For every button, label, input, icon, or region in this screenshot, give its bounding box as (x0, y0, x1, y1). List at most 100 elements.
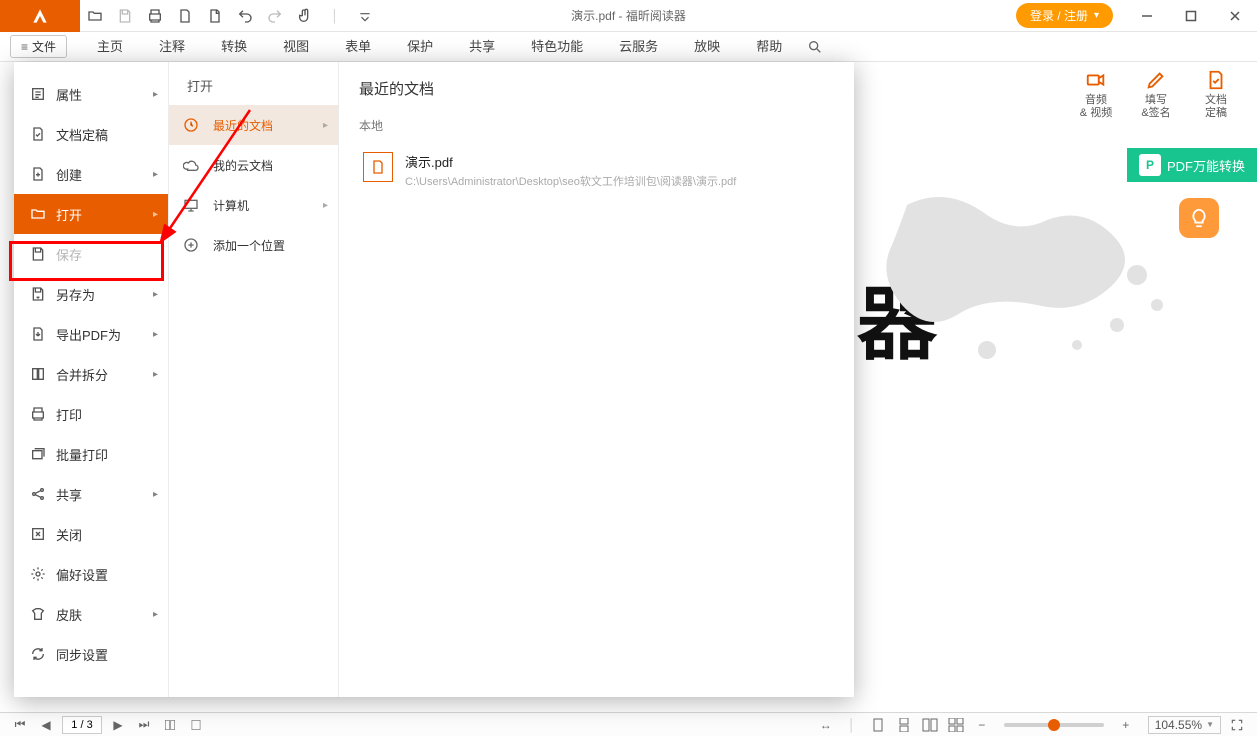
computer-icon (183, 197, 205, 213)
menu-item-label: 同步设置 (56, 645, 108, 664)
file-menu-col1: 属性▸文档定稿创建▸打开▸保存另存为▸导出PDF为▸合并拆分▸打印批量打印共享▸… (14, 62, 169, 697)
last-page-button[interactable]: ⏭ (134, 716, 154, 734)
zoom-out-button[interactable]: − (972, 716, 992, 734)
pdf-convert-label: PDF万能转换 (1167, 156, 1245, 175)
file-menu-merge[interactable]: 合并拆分▸ (14, 354, 168, 394)
redo-icon[interactable] (260, 0, 290, 32)
file-menu-skin[interactable]: 皮肤▸ (14, 594, 168, 634)
file-tab[interactable]: ≡文件 (10, 35, 67, 58)
fill-sign-button[interactable]: 填写&签名 (1133, 66, 1179, 120)
zoom-in-button[interactable]: + (1116, 716, 1136, 734)
tips-button[interactable] (1179, 198, 1219, 238)
ribbon-label: 定稿 (1205, 107, 1227, 119)
tab-protect[interactable]: 保护 (389, 32, 451, 62)
chevron-right-icon: ▸ (153, 369, 158, 380)
ribbon-label: & 视频 (1080, 107, 1112, 119)
tab-form[interactable]: 表单 (327, 32, 389, 62)
ribbon-right-group: 音频& 视频 填写&签名 文档定稿 (1067, 62, 1245, 124)
page-input[interactable] (62, 716, 102, 734)
file-menu-share[interactable]: 共享▸ (14, 474, 168, 514)
status-bar: ⏮ ◀ ▶ ⏭ ↔ │ − + 104.55%▼ (0, 712, 1257, 736)
zoom-value[interactable]: 104.55%▼ (1148, 716, 1221, 734)
menu-item-label: 另存为 (56, 285, 95, 304)
qat-more-icon[interactable] (350, 0, 380, 32)
page-layout-icon[interactable] (160, 716, 180, 734)
hand-icon[interactable] (290, 0, 320, 32)
qat-divider: │ (320, 0, 350, 32)
divider: │ (842, 716, 862, 734)
file-menu-create[interactable]: 创建▸ (14, 154, 168, 194)
tab-help[interactable]: 帮助 (738, 32, 800, 62)
file-menu-properties[interactable]: 属性▸ (14, 74, 168, 114)
audio-video-button[interactable]: 音频& 视频 (1073, 66, 1119, 120)
slider-thumb[interactable] (1048, 719, 1060, 731)
tab-view[interactable]: 视图 (265, 32, 327, 62)
page-icon[interactable] (200, 0, 230, 32)
menu-item-label: 打印 (56, 405, 82, 424)
open-icon[interactable] (80, 0, 110, 32)
file-menu-print[interactable]: 打印 (14, 394, 168, 434)
file-menu-saveas[interactable]: 另存为▸ (14, 274, 168, 314)
file-menu-close[interactable]: 关闭 (14, 514, 168, 554)
fit-width-icon[interactable]: ↔ (816, 716, 836, 734)
next-page-button[interactable]: ▶ (108, 716, 128, 734)
close-button[interactable] (1213, 0, 1257, 32)
first-page-button[interactable]: ⏮ (10, 716, 30, 734)
map-graphic (877, 175, 1197, 375)
page-fit-icon[interactable] (186, 716, 206, 734)
open-source-addplace[interactable]: 添加一个位置 (169, 225, 338, 265)
tab-convert[interactable]: 转换 (203, 32, 265, 62)
file-menu-export[interactable]: 导出PDF为▸ (14, 314, 168, 354)
tab-comment[interactable]: 注释 (141, 32, 203, 62)
save-icon[interactable] (110, 0, 140, 32)
prev-page-button[interactable]: ◀ (36, 716, 56, 734)
ribbon-tabs: ≡文件 主页 注释 转换 视图 表单 保护 共享 特色功能 云服务 放映 帮助 (0, 32, 1257, 62)
menu-item-label: 保存 (56, 245, 82, 264)
tab-present[interactable]: 放映 (676, 32, 738, 62)
search-icon[interactable] (800, 39, 830, 55)
open-source-computer[interactable]: 计算机▸ (169, 185, 338, 225)
pdf-convert-button[interactable]: P PDF万能转换 (1127, 148, 1257, 182)
facing-page-icon[interactable] (920, 716, 940, 734)
login-button[interactable]: 登录 / 注册▾ (1016, 3, 1113, 28)
menu-item-label: 偏好设置 (56, 565, 108, 584)
undo-icon[interactable] (230, 0, 260, 32)
file-menu-batch[interactable]: 批量打印 (14, 434, 168, 474)
file-menu-finalize[interactable]: 文档定稿 (14, 114, 168, 154)
fullscreen-button[interactable] (1227, 716, 1247, 734)
menu-item-label: 创建 (56, 165, 82, 184)
tab-features[interactable]: 特色功能 (513, 32, 601, 62)
file-menu-sync[interactable]: 同步设置 (14, 634, 168, 674)
single-page-icon[interactable] (868, 716, 888, 734)
continuous-facing-icon[interactable] (946, 716, 966, 734)
sync-icon (28, 646, 48, 662)
zoom-label: 104.55% (1155, 718, 1202, 732)
menu-item-label: 共享 (56, 485, 82, 504)
file-menu-col3: 最近的文档 本地 演示.pdfC:\Users\Administrator\De… (339, 62, 854, 697)
file-menu-prefs[interactable]: 偏好设置 (14, 554, 168, 594)
menu-item-label: 属性 (56, 85, 82, 104)
open-source-recent[interactable]: 最近的文档▸ (169, 105, 338, 145)
open-source-cloud[interactable]: 我的云文档 (169, 145, 338, 185)
page-add-icon[interactable] (170, 0, 200, 32)
print-icon[interactable] (140, 0, 170, 32)
file-tab-label: 文件 (32, 38, 56, 55)
file-menu-col2: 打开 最近的文档▸我的云文档计算机▸添加一个位置 (169, 62, 339, 697)
minimize-button[interactable] (1125, 0, 1169, 32)
recent-heading: 最近的文档 (359, 78, 834, 99)
source-label: 最近的文档 (213, 117, 273, 134)
pencil-icon (1142, 66, 1170, 94)
ribbon-label: 音频 (1085, 94, 1107, 106)
pdf-icon: P (1139, 154, 1161, 176)
file-menu-open[interactable]: 打开▸ (14, 194, 168, 234)
tab-home[interactable]: 主页 (79, 32, 141, 62)
chevron-right-icon: ▸ (153, 329, 158, 340)
continuous-page-icon[interactable] (894, 716, 914, 734)
tab-share[interactable]: 共享 (451, 32, 513, 62)
pdf-file-icon (363, 152, 393, 182)
maximize-button[interactable] (1169, 0, 1213, 32)
finalize-button[interactable]: 文档定稿 (1193, 66, 1239, 120)
recent-file-item[interactable]: 演示.pdfC:\Users\Administrator\Desktop\seo… (359, 144, 834, 197)
zoom-slider[interactable] (1004, 723, 1104, 727)
tab-cloud[interactable]: 云服务 (601, 32, 676, 62)
